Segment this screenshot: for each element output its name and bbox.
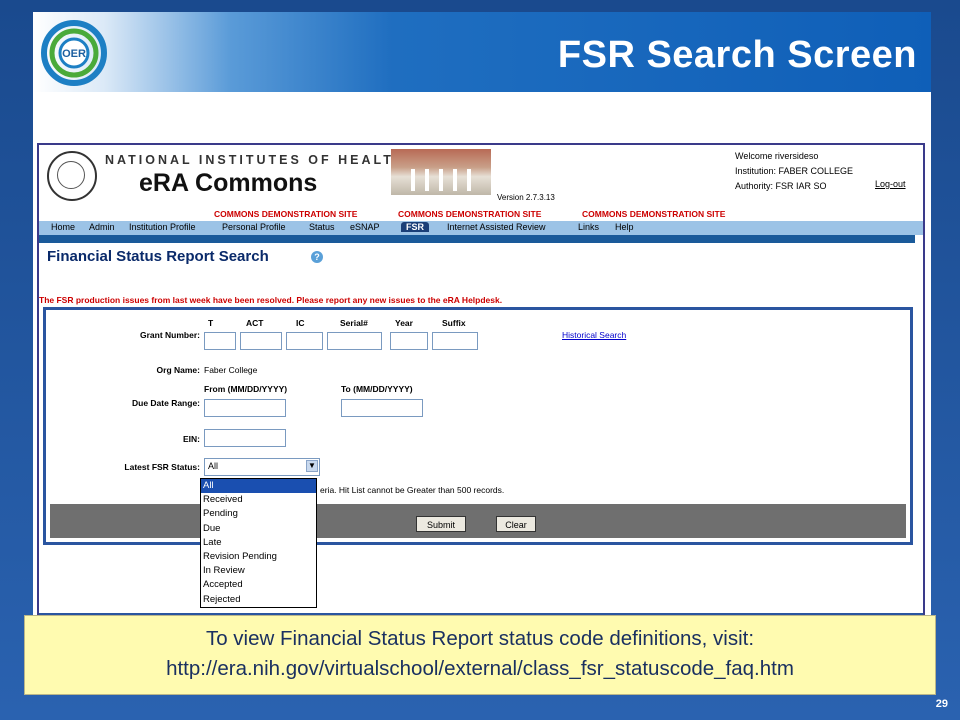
search-hint: eria. Hit List cannot be Greater than 50…	[320, 485, 505, 495]
from-date-label: From (MM/DD/YYYY)	[204, 384, 288, 394]
nav-divider	[39, 235, 915, 243]
col-year: Year	[395, 318, 413, 328]
org-name-label: Org Name:	[156, 365, 200, 375]
callout-box: To view Financial Status Report status c…	[24, 615, 936, 695]
grant-activity-input[interactable]	[240, 332, 282, 350]
page-number: 29	[935, 698, 948, 710]
callout-url: http://era.nih.gov/virtualschool/externa…	[166, 657, 794, 680]
col-t: T	[208, 318, 214, 328]
tab-admin[interactable]: Admin	[89, 222, 115, 232]
tab-esnap[interactable]: eSNAP	[350, 222, 380, 232]
status-dropdown-list: All Received Pending Due Late Revision P…	[200, 478, 317, 608]
slide-title: FSR Search Screen	[557, 34, 917, 76]
help-icon[interactable]: ?	[311, 251, 323, 263]
tab-links[interactable]: Links	[578, 222, 599, 232]
browser-screenshot: NATIONAL INSTITUTES OF HEALTH eRA Common…	[37, 143, 925, 617]
tab-personal-profile[interactable]: Personal Profile	[222, 222, 286, 232]
status-option-due[interactable]: Due	[201, 522, 316, 536]
search-form: Grant Number: T ACT IC Serial# Year Suff…	[43, 307, 913, 545]
user-info: Welcome riversideso Institution: FABER C…	[735, 149, 853, 194]
oer-logo-icon: OER	[41, 20, 107, 86]
tab-fsr[interactable]: FSR	[401, 222, 429, 232]
status-option-accepted[interactable]: Accepted	[201, 578, 316, 592]
status-option-received[interactable]: Received	[201, 493, 316, 507]
to-date-label: To (MM/DD/YYYY)	[341, 384, 413, 394]
grant-serial-input[interactable]	[327, 332, 382, 350]
submit-button[interactable]: Submit	[416, 516, 466, 532]
historical-search-link[interactable]: Historical Search	[562, 330, 626, 340]
grant-type-input[interactable]	[204, 332, 236, 350]
latest-status-label: Latest FSR Status:	[124, 462, 200, 472]
status-option-in-review[interactable]: In Review	[201, 564, 316, 578]
col-act: ACT	[246, 318, 264, 328]
tab-home[interactable]: Home	[51, 222, 75, 232]
clear-button[interactable]: Clear	[496, 516, 536, 532]
page-heading: Financial Status Report Search	[47, 248, 269, 265]
callout-line-1: To view Financial Status Report status c…	[205, 627, 755, 650]
era-header: NATIONAL INSTITUTES OF HEALTH eRA Common…	[39, 145, 923, 219]
org-name-value: Faber College	[204, 365, 258, 375]
status-select[interactable]: All ▼	[204, 458, 320, 476]
institution-text: Institution: FABER COLLEGE	[735, 166, 854, 176]
col-ic: IC	[296, 318, 305, 328]
due-from-input[interactable]	[204, 399, 286, 417]
grant-ic-input[interactable]	[286, 332, 323, 350]
demo-banner-1: COMMONS DEMONSTRATION SITE	[214, 209, 358, 219]
demo-banner-3: COMMONS DEMONSTRATION SITE	[582, 209, 726, 219]
svg-text:OER: OER	[62, 48, 86, 60]
grant-suffix-input[interactable]	[432, 332, 478, 350]
nih-seal-icon	[47, 151, 97, 201]
title-bar: OER FSR Search Screen	[33, 12, 931, 92]
col-serial: Serial#	[340, 318, 368, 328]
version-label: Version 2.7.3.13	[497, 193, 555, 202]
welcome-text: Welcome riversideso	[735, 151, 819, 161]
authority-text: Authority: FSR IAR SO	[735, 181, 827, 191]
tab-institution-profile[interactable]: Institution Profile	[129, 222, 196, 232]
nav-tabs: Home Admin Institution Profile Personal …	[39, 221, 923, 235]
logout-link[interactable]: Log-out	[875, 179, 906, 189]
grant-number-label: Grant Number:	[140, 330, 200, 340]
grant-year-input[interactable]	[390, 332, 428, 350]
button-bar: Submit Clear	[50, 504, 906, 538]
tab-help[interactable]: Help	[615, 222, 634, 232]
ein-label: EIN:	[183, 434, 200, 444]
tab-status[interactable]: Status	[309, 222, 335, 232]
status-option-revision-pending[interactable]: Revision Pending	[201, 550, 316, 564]
status-option-late[interactable]: Late	[201, 536, 316, 550]
era-commons-title: eRA Commons	[139, 169, 318, 197]
ein-input[interactable]	[204, 429, 286, 447]
demo-banner-2: COMMONS DEMONSTRATION SITE	[398, 209, 542, 219]
building-photo	[391, 149, 491, 195]
status-option-all[interactable]: All	[201, 479, 316, 494]
tab-internet-assisted-review[interactable]: Internet Assisted Review	[447, 222, 546, 232]
due-to-input[interactable]	[341, 399, 423, 417]
notice-text: The FSR production issues from last week…	[39, 295, 503, 305]
status-select-value: All	[208, 461, 219, 471]
chevron-down-icon[interactable]: ▼	[306, 460, 318, 472]
status-option-rejected[interactable]: Rejected	[201, 593, 316, 607]
due-date-label: Due Date Range:	[131, 398, 200, 408]
col-suffix: Suffix	[442, 318, 466, 328]
status-option-pending[interactable]: Pending	[201, 507, 316, 521]
nih-name: NATIONAL INSTITUTES OF HEALTH	[105, 153, 406, 167]
